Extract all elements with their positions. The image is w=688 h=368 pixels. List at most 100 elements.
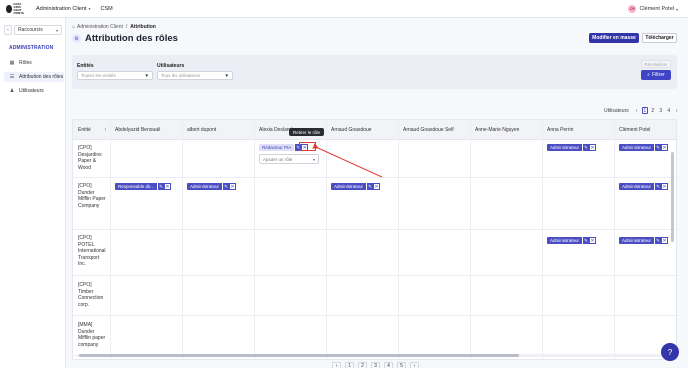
page-3-button[interactable]: 3 [658, 107, 664, 114]
entity-name: [CPO] POTEL International Transport Inc. [78, 235, 106, 267]
role-chip-administrateur: Administrateur ✎ ✕ [187, 183, 237, 190]
delete-icon[interactable]: ✕ [589, 144, 597, 151]
column-header: Clément Potel [619, 127, 651, 133]
chevron-down-icon: ▾ [675, 6, 678, 12]
pagination-bottom: ‹ 1 2 3 4 5 › [330, 362, 421, 368]
sidebar-item-attribution[interactable]: ☰ Attribution des rôles [4, 72, 64, 82]
role-chip-administrateur: Administrateur ✎ ✕ [547, 144, 597, 151]
edit-icon[interactable]: ✎ [654, 144, 662, 151]
edit-icon[interactable]: ✎ [157, 183, 165, 190]
sidebar-item-users[interactable]: ♟ Utilisateurs [4, 86, 64, 96]
next-page-button[interactable]: › [410, 362, 419, 368]
edit-icon[interactable]: ✎ [222, 183, 230, 190]
search-icon: ⌕ [647, 72, 651, 78]
role-chip-administrateur: Administrateur ✎ ✕ [619, 144, 669, 151]
page-4-button[interactable]: 4 [666, 107, 672, 114]
table-row: [MMA] Dunder Mifflin paper company [73, 316, 676, 356]
column-header: Abdelyazid Benouali [115, 127, 161, 133]
filter-button[interactable]: ⌕ Filtrer [641, 70, 671, 80]
breadcrumb: ⌂ Administration Client / Attribution [72, 24, 156, 30]
delete-icon[interactable]: ✕ [661, 183, 669, 190]
prev-page-button[interactable]: ‹ [634, 107, 640, 114]
entities-filter-label: Entités [77, 63, 94, 69]
edit-icon[interactable]: ✎ [654, 237, 662, 244]
help-icon: ? [667, 347, 673, 357]
table-row: [CPO] Timber Connection corp. [73, 276, 676, 316]
users-filter[interactable]: Tous les utilisateurs ▼ [157, 71, 233, 80]
entity-name: [CPO] Desjardins Paper & Wood [78, 145, 102, 171]
download-button[interactable]: Télécharger [642, 33, 677, 43]
delete-icon[interactable]: ✕ [661, 237, 669, 244]
page-title: Attribution des rôles [85, 33, 178, 44]
page-2-button[interactable]: 2 [650, 107, 656, 114]
entity-name: [CPO] Dunder Mifflin Paper Company [78, 183, 106, 209]
page-1-button[interactable]: 1 [345, 362, 354, 368]
shortcut-select[interactable]: Raccourcis ▾ [14, 25, 62, 35]
home-icon: ⌂ [72, 24, 76, 30]
avatar: CP [628, 5, 637, 13]
horizontal-scrollbar[interactable] [73, 353, 673, 357]
users-icon: ♟ [9, 88, 15, 94]
delete-icon[interactable]: ✕ [164, 183, 172, 190]
delete-icon[interactable]: ✕ [229, 183, 237, 190]
filters-panel: Entités Toutes les entités ▼ Utilisateur… [72, 55, 677, 89]
page-2-button[interactable]: 2 [358, 362, 367, 368]
user-name: Clément Potel [639, 6, 674, 12]
page-1-button[interactable]: 1 [641, 107, 648, 114]
column-header: Arnaud Goasdoue [331, 127, 372, 133]
pagination-label: Utilisateurs [604, 107, 629, 114]
pagination-top: Utilisateurs ‹ 1 2 3 4 › [604, 107, 680, 114]
breadcrumb-home[interactable]: Administration Client [77, 24, 123, 30]
delete-icon[interactable]: ✕ [589, 237, 597, 244]
vertical-scrollbar[interactable] [671, 140, 675, 340]
user-menu[interactable]: CP Clément Potel ▾ [628, 5, 678, 13]
menu-administration-client[interactable]: Administration Client ▾ [36, 6, 90, 12]
entity-name: [MMA] Dunder Mifflin paper company [78, 322, 106, 348]
top-bar: DATA GRIS DIGIT RONTA Administration Cli… [0, 0, 688, 18]
bulk-edit-button[interactable]: Modifier en masse [589, 33, 639, 43]
menu-csm[interactable]: CSM [100, 6, 112, 12]
role-chip-responsable: Responsable dir... ✎ ✕ [115, 183, 172, 190]
breadcrumb-current: Attribution [130, 24, 156, 30]
edit-icon[interactable]: ✎ [366, 183, 374, 190]
edit-icon[interactable]: ✎ [582, 237, 590, 244]
title-row: ⚙ Attribution des rôles [72, 33, 178, 44]
entities-filter[interactable]: Toutes les entités ▼ [77, 71, 153, 80]
highlight-box [299, 142, 316, 151]
filter-icon: ▼ [144, 73, 149, 78]
next-page-button[interactable]: › [674, 107, 680, 114]
delete-icon[interactable]: ✕ [373, 183, 381, 190]
table-header: Entité ↑ Abdelyazid Benouali albert dupo… [73, 120, 676, 140]
delete-icon[interactable]: ✕ [661, 144, 669, 151]
gear-icon: ⚙ [72, 34, 81, 43]
app-logo[interactable]: DATA GRIS DIGIT RONTA [6, 2, 24, 15]
sidebar-section-title: ADMINISTRATION [9, 45, 54, 51]
column-header: albert dupont [187, 127, 217, 133]
sort-icon: ↑ [104, 127, 107, 133]
reset-button[interactable]: Réinitialiser [641, 60, 671, 68]
column-header: Anna Perrin [547, 127, 574, 133]
chevron-down-icon: ▾ [88, 6, 91, 11]
page-3-button[interactable]: 3 [371, 362, 380, 368]
chevron-down-icon: ▾ [312, 156, 315, 162]
sidebar-item-roles[interactable]: ▦ Rôles [4, 58, 64, 68]
grid-icon: ▦ [9, 60, 15, 66]
chevron-down-icon: ▾ [55, 27, 58, 33]
add-role-select[interactable]: Ajouter un rôle ▾ [259, 154, 319, 164]
scroll-thumb[interactable] [79, 354, 519, 357]
page-4-button[interactable]: 4 [384, 362, 393, 368]
help-button[interactable]: ? [661, 343, 679, 361]
prev-page-button[interactable]: ‹ [332, 362, 341, 368]
role-chip-administrateur: Administrateur ✎ ✕ [619, 183, 669, 190]
role-chip-administrateur: Administrateur ✎ ✕ [547, 237, 597, 244]
users-filter-label: Utilisateurs [157, 63, 185, 69]
edit-icon[interactable]: ✎ [582, 144, 590, 151]
scroll-thumb[interactable] [671, 152, 674, 242]
page-5-button[interactable]: 5 [397, 362, 406, 368]
collapse-sidebar-button[interactable]: ‹ [4, 25, 12, 35]
edit-icon[interactable]: ✎ [654, 183, 662, 190]
entity-header[interactable]: Entité ↑ [78, 127, 107, 133]
role-chip-administrateur: Administrateur ✎ ✕ [619, 237, 669, 244]
roles-table: Entité ↑ Abdelyazid Benouali albert dupo… [72, 119, 677, 360]
column-header: Anne-Marie Nguyen [475, 127, 520, 133]
